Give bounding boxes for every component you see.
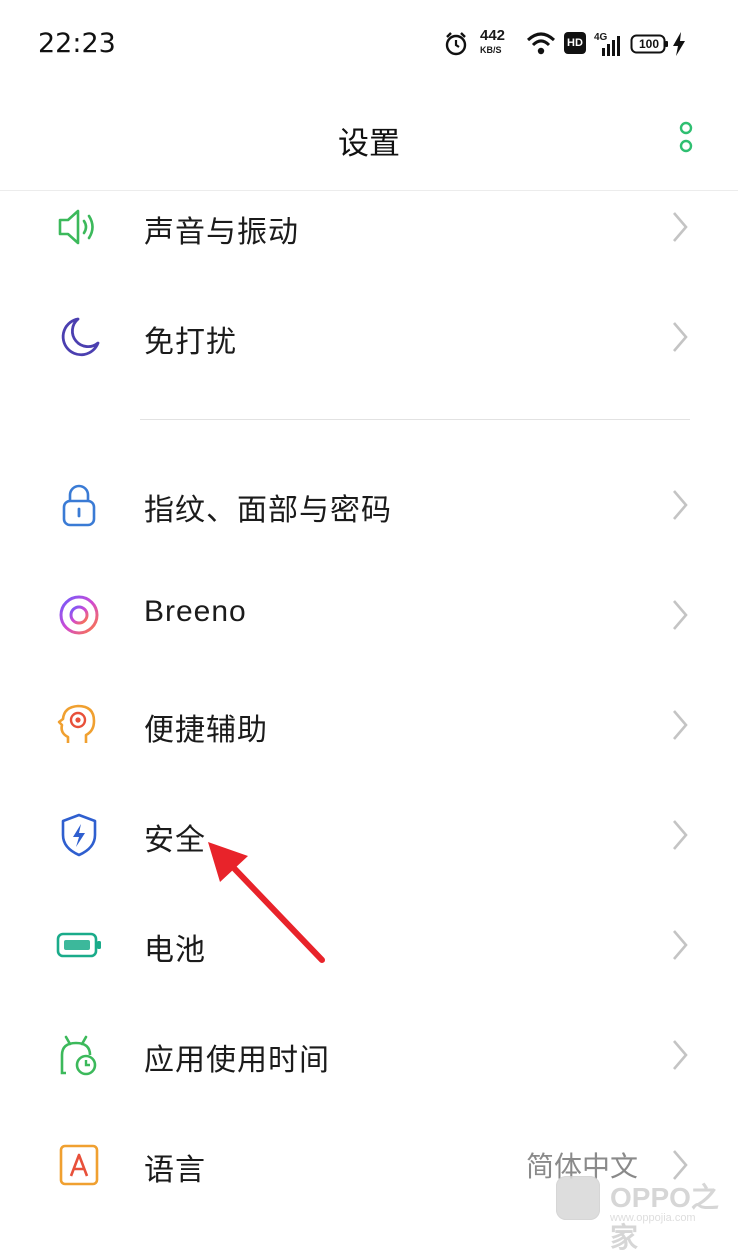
status-time: 22:23: [38, 28, 116, 59]
chevron-right-icon: [673, 710, 688, 740]
settings-row-security[interactable]: 安全: [0, 780, 738, 890]
speaker-icon: [58, 209, 94, 245]
chevron-right-icon: [673, 490, 688, 520]
hd-icon: HD: [564, 32, 586, 54]
battery-level: 100: [638, 37, 660, 51]
watermark-url: www.oppojia.com: [610, 1212, 696, 1224]
net-speed: 442 KB/S: [480, 27, 506, 56]
settings-row-app-usage[interactable]: 应用使用时间: [0, 1000, 738, 1110]
settings-row-sound[interactable]: 声音与振动: [0, 172, 738, 282]
net-speed-value: 442: [480, 27, 506, 44]
chevron-right-icon: [673, 212, 688, 242]
chevron-right-icon: [673, 322, 688, 352]
settings-row-label: 指纹、面部与密码: [144, 493, 392, 528]
settings-row-label: Breeno: [144, 595, 247, 628]
moon-icon: [61, 317, 100, 357]
more-options-button[interactable]: [674, 120, 698, 160]
settings-row-label: 安全: [144, 823, 206, 858]
settings-row-battery[interactable]: 电池: [0, 890, 738, 1000]
android-clock-icon: [60, 1035, 97, 1076]
settings-row-breeno[interactable]: Breeno: [0, 560, 738, 670]
settings-row-fingerprint[interactable]: 指纹、面部与密码: [0, 450, 738, 560]
settings-row-label: 声音与振动: [144, 215, 299, 250]
settings-row-do-not-disturb[interactable]: 免打扰: [0, 282, 738, 392]
chevron-right-icon: [673, 600, 688, 630]
signal-icon: [602, 36, 620, 56]
settings-row-label: 语言: [144, 1153, 206, 1188]
settings-row-label: 应用使用时间: [144, 1043, 330, 1078]
section-divider: [140, 419, 690, 420]
settings-row-label: 便捷辅助: [144, 713, 268, 748]
settings-row-label: 免打扰: [144, 325, 237, 360]
alarm-icon: [445, 32, 467, 56]
shield-bolt-icon: [61, 813, 97, 857]
watermark-logo: [556, 1176, 600, 1220]
chevron-right-icon: [673, 1040, 688, 1070]
status-icons: 442 KB/S HD 4G 100: [444, 27, 704, 60]
breeno-icon: [59, 595, 99, 635]
settings-row-label: 电池: [144, 933, 206, 968]
wifi-icon: [526, 32, 556, 55]
chevron-right-icon: [673, 820, 688, 850]
status-bar: 22:23 442 KB/S HD 4G 100: [0, 0, 738, 90]
battery-indicator: 100: [630, 32, 670, 56]
page-title: 设置: [338, 126, 400, 162]
charging-icon: [673, 32, 685, 56]
settings-row-accessibility[interactable]: 便捷辅助: [0, 670, 738, 780]
chevron-right-icon: [673, 930, 688, 960]
net-speed-unit: KB/S: [480, 45, 502, 55]
battery-icon: [56, 932, 101, 958]
watermark: OPPO之家 www.oppojia.com: [556, 1172, 738, 1253]
letter-a-icon: [59, 1144, 99, 1186]
head-target-icon: [57, 704, 96, 743]
vertical-dots-icon: [679, 121, 693, 153]
lock-icon: [62, 484, 96, 527]
